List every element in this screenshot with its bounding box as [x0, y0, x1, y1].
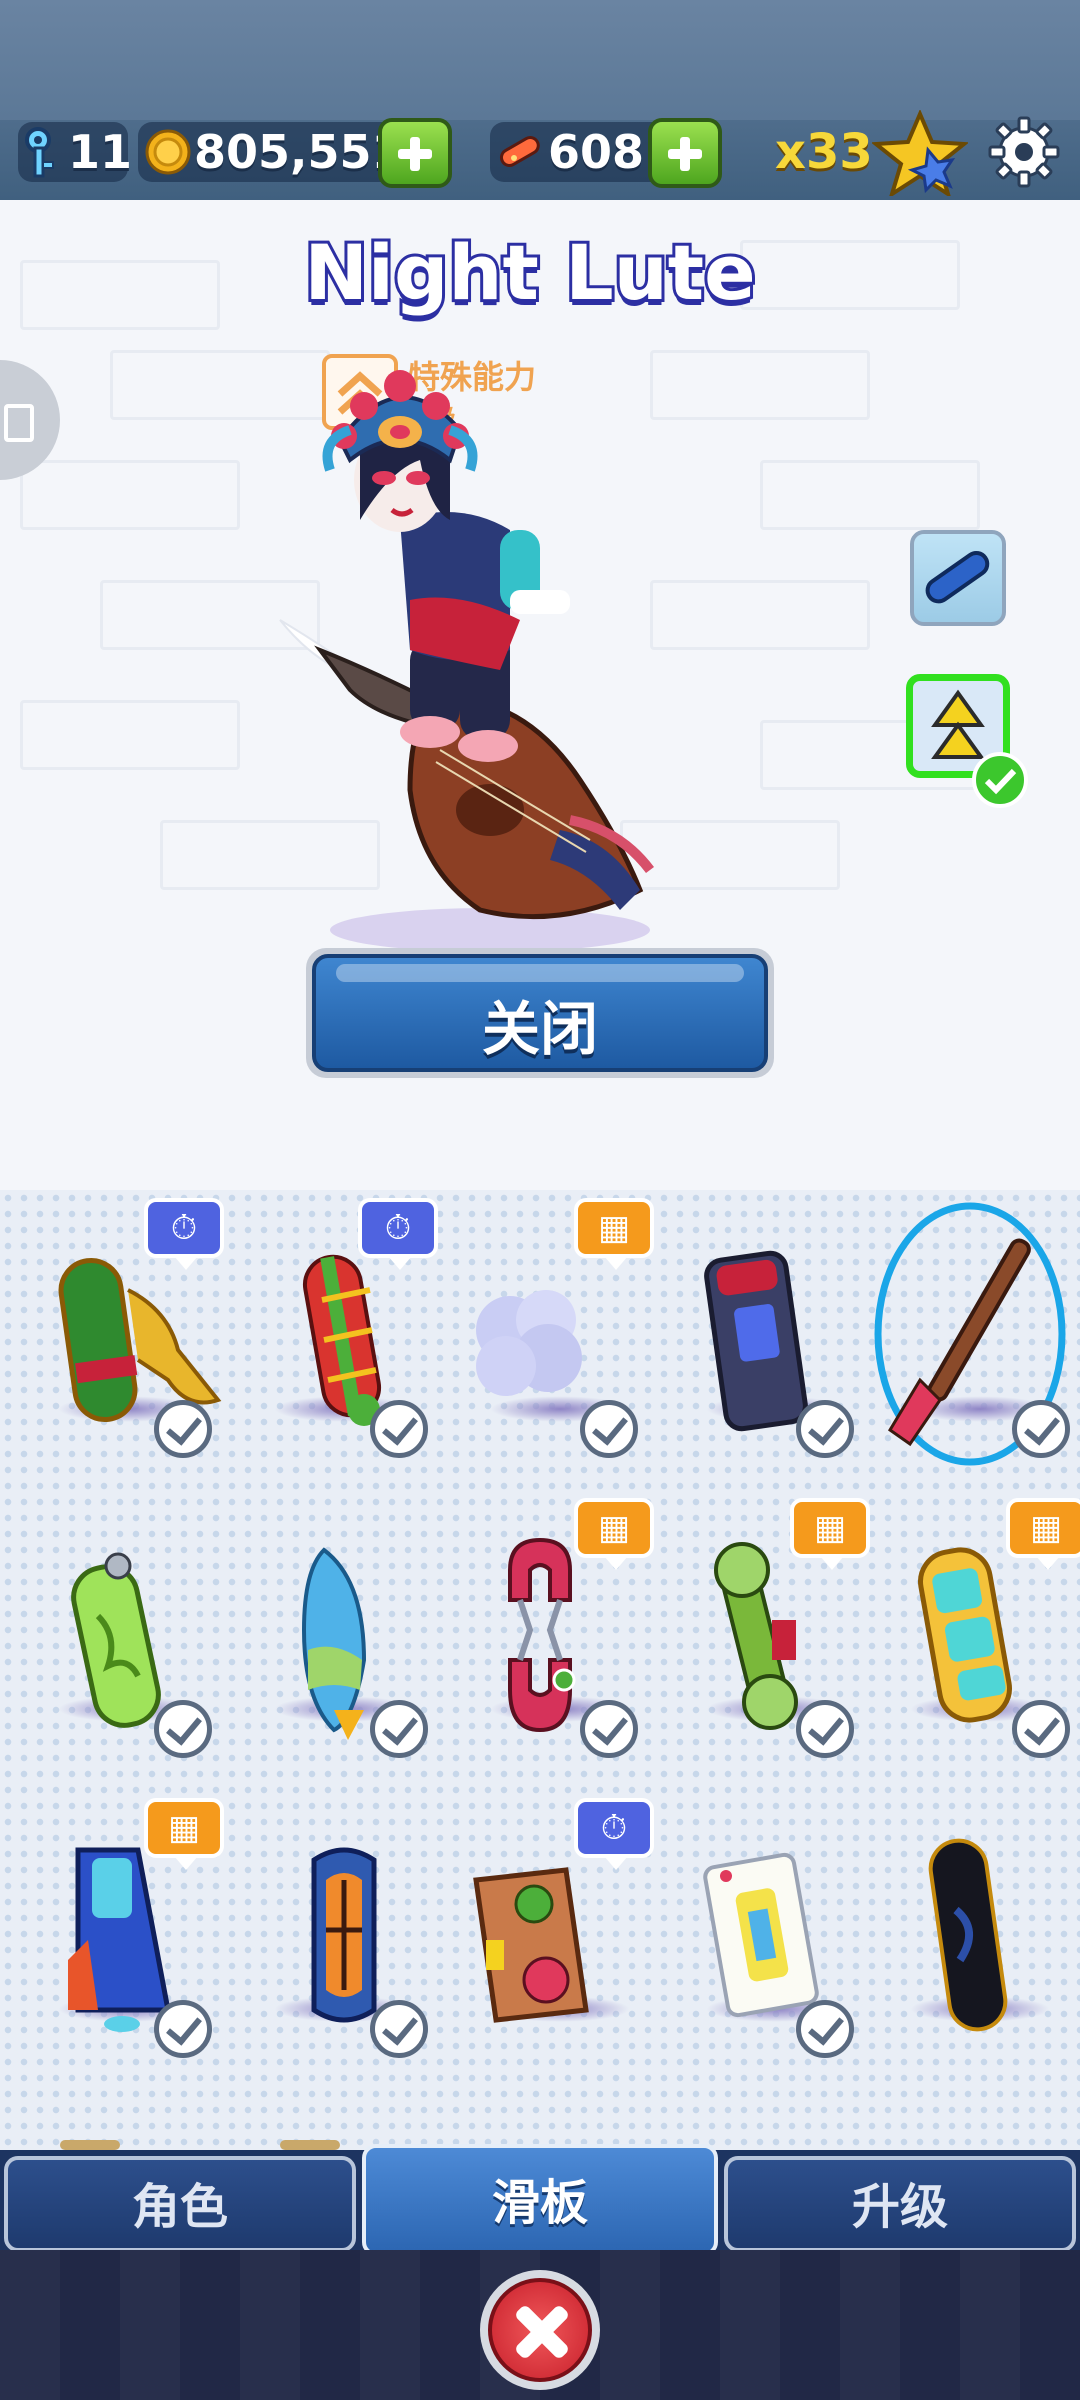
owned-check-icon: [580, 1400, 638, 1458]
timed-tag: ⏱: [574, 1798, 654, 1870]
list-item-golden-teal-board[interactable]: ▦: [870, 1490, 1080, 1758]
cloud-board-icon: [476, 1290, 582, 1396]
tag-pointer: [604, 1856, 628, 1870]
timer-icon: ⏱: [384, 1208, 412, 1248]
list-item-black-skateboard[interactable]: [870, 1790, 1070, 2050]
wall-brick: [650, 580, 870, 650]
bottom-tabs: 角色 滑板 升级: [0, 2144, 1080, 2256]
calendar-icon: ▦: [813, 1508, 847, 1548]
list-item-slime-board[interactable]: [18, 1490, 218, 1758]
owned-check-icon: [580, 1700, 638, 1758]
calendar-tag: ▦: [574, 1198, 654, 1270]
trumpet-board-icon: [58, 1257, 222, 1423]
wall-brick: [760, 460, 980, 530]
list-item-trumpet-board[interactable]: ⏱: [18, 1190, 224, 1458]
list-item-gift-wrap-board[interactable]: ⏱: [234, 1190, 438, 1458]
list-item-card-board[interactable]: [666, 1790, 866, 2058]
owned-check-icon: [154, 1700, 212, 1758]
gear-icon[interactable]: [986, 114, 1062, 190]
tag-pointer: [174, 1256, 198, 1270]
list-item-slide-board[interactable]: ▦: [18, 1790, 224, 2058]
close-button[interactable]: 关闭: [306, 948, 774, 1078]
black-skateboard-icon: [928, 1838, 1008, 2032]
tag-pointer: [604, 1556, 628, 1570]
calendar-icon: ▦: [1029, 1508, 1063, 1548]
hoverboard-token-icon: [499, 136, 540, 167]
owned-check-icon: [796, 1700, 854, 1758]
owned-check-icon: [370, 1400, 428, 1458]
timed-tag: ⏱: [144, 1198, 224, 1270]
top-bar: 11 805,551 608 x33: [0, 0, 1080, 200]
next-row-hint: [280, 2140, 340, 2150]
timer-icon: ⏱: [600, 1808, 628, 1848]
hoverboard-icon: [925, 550, 990, 604]
score-multiplier: x33: [775, 124, 873, 180]
owned-check-icon: [154, 2000, 212, 2058]
timed-tag: ⏱: [358, 1198, 438, 1270]
close-icon: [488, 2278, 592, 2382]
buy-coins-button[interactable]: [378, 118, 452, 188]
tag-pointer: [388, 1256, 412, 1270]
timer-icon: ⏱: [170, 1208, 198, 1248]
calendar-tag: ▦: [1006, 1498, 1080, 1570]
character-illustration: [279, 370, 654, 952]
calendar-icon: ▦: [597, 1208, 631, 1248]
star-multiplier-icon[interactable]: [872, 110, 968, 196]
boombox-board-icon: [473, 1867, 589, 2023]
key-icon: [25, 127, 54, 178]
wall-brick: [650, 350, 870, 420]
list-item-surfboard[interactable]: [234, 1490, 434, 1758]
close-button-face: 关闭: [312, 954, 768, 1072]
owned-check-icon: [796, 2000, 854, 2058]
board-view-button[interactable]: [910, 530, 1006, 626]
coin-icon: [145, 129, 191, 175]
keys-count: 11: [68, 125, 133, 179]
tag-pointer: [1036, 1556, 1060, 1570]
wall-brick: [20, 700, 240, 770]
close-button-label: 关闭: [481, 997, 598, 1062]
list-item-boombox-board[interactable]: ⏱: [450, 1790, 654, 2050]
list-item-propeller-board[interactable]: ▦: [666, 1490, 870, 1758]
equipped-check-icon: [972, 752, 1028, 808]
tag-pointer: [820, 1556, 844, 1570]
buy-boards-button[interactable]: [648, 118, 722, 188]
owned-check-icon: [1012, 1400, 1070, 1458]
tab-boards[interactable]: 滑板: [362, 2144, 718, 2256]
list-item-church-window-board[interactable]: [234, 1790, 434, 2058]
calendar-icon: ▦: [167, 1808, 201, 1848]
board-grid: ⏱ ⏱ ▦ ▦ ▦ ▦ ▦ ⏱: [0, 1190, 1080, 2150]
coins-count: 805,551: [194, 125, 404, 179]
next-row-hint: [60, 2140, 120, 2150]
list-item-brush-board[interactable]: [870, 1190, 1070, 1466]
calendar-tag: ▦: [574, 1498, 654, 1570]
tag-pointer: [174, 1856, 198, 1870]
owned-check-icon: [796, 1400, 854, 1458]
owned-check-icon: [370, 1700, 428, 1758]
exit-button[interactable]: [480, 2270, 600, 2390]
calendar-tag: ▦: [790, 1498, 870, 1570]
boards-count: 608: [548, 125, 645, 179]
tab-characters[interactable]: 角色: [4, 2156, 356, 2252]
wall-brick: [20, 460, 240, 530]
owned-check-icon: [1012, 1700, 1070, 1758]
list-item-cloud-board[interactable]: ▦: [450, 1190, 654, 1458]
button-shine: [336, 964, 744, 982]
character-preview: Night Lute 特殊能力 超级: [0, 200, 1080, 1190]
list-item-magnet-board[interactable]: ▦: [450, 1490, 654, 1758]
board-title: Night Lute: [301, 225, 758, 320]
owned-check-icon: [154, 1400, 212, 1458]
calendar-tag: ▦: [144, 1798, 224, 1870]
owned-check-icon: [370, 2000, 428, 2058]
tag-pointer: [604, 1256, 628, 1270]
calendar-icon: ▦: [597, 1508, 631, 1548]
list-item-phone-board[interactable]: [666, 1190, 866, 1458]
tab-upgrades[interactable]: 升级: [724, 2156, 1076, 2252]
